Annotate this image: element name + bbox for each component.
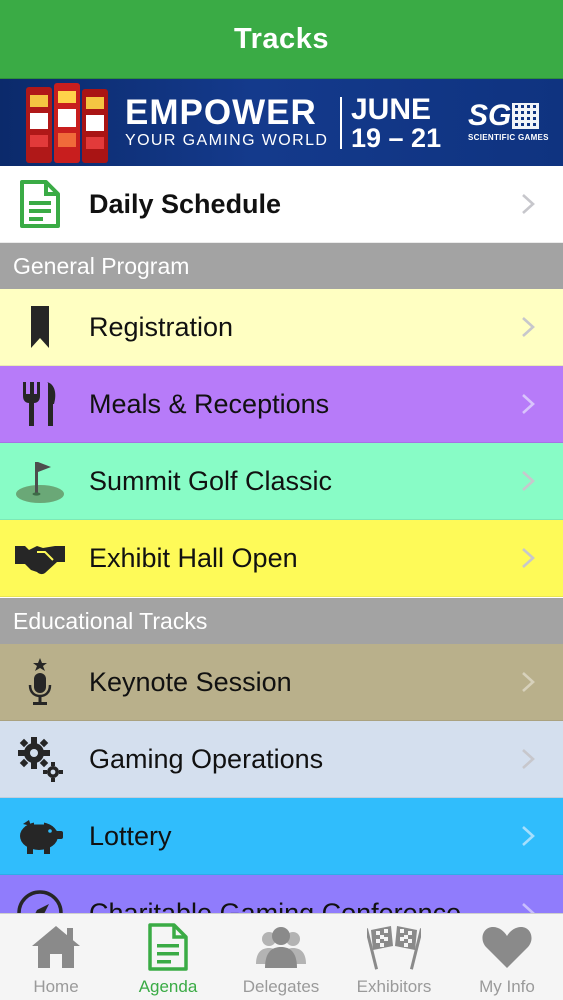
track-row-summit-golf-classic[interactable]: Summit Golf Classic xyxy=(0,443,563,520)
gears-icon xyxy=(14,733,66,785)
brand-grid-logo xyxy=(512,103,539,129)
track-label: Registration xyxy=(89,312,234,342)
chevron-right-icon xyxy=(522,672,535,692)
microphone-icon xyxy=(14,656,66,708)
chevron-right-icon xyxy=(522,749,535,769)
tab-delegates[interactable]: Delegates xyxy=(225,914,337,1000)
document-icon xyxy=(14,178,66,230)
brand-mark: SG xyxy=(468,99,512,132)
banner-dates: 19 – 21 xyxy=(351,123,442,153)
track-label: Exhibit Hall Open xyxy=(89,543,298,573)
tab-label: Home xyxy=(33,977,79,996)
section-title: General Program xyxy=(13,253,190,279)
track-label: Lottery xyxy=(89,821,172,851)
track-row-lottery[interactable]: Lottery xyxy=(0,798,563,875)
section-header-general-program: General Program xyxy=(0,243,563,289)
track-label: Summit Golf Classic xyxy=(89,466,333,496)
slot-machines-image xyxy=(26,83,108,163)
track-row-gaming-operations[interactable]: Gaming Operations xyxy=(0,721,563,798)
people-icon xyxy=(256,927,306,968)
banner-month: JUNE xyxy=(351,93,432,126)
handshake-icon xyxy=(14,532,66,584)
tab-home[interactable]: Home xyxy=(0,914,112,1000)
fork-knife-icon xyxy=(14,378,66,430)
tab-my-info[interactable]: My Info xyxy=(451,914,563,1000)
tab-exhibitors[interactable]: Exhibitors xyxy=(338,914,450,1000)
golf-icon xyxy=(14,455,66,507)
daily-schedule-row[interactable]: Daily Schedule xyxy=(0,166,563,243)
chevron-right-icon xyxy=(522,317,535,337)
brand-name: SCIENTIFIC GAMES xyxy=(468,133,549,142)
track-row-meals-receptions[interactable]: Meals & Receptions xyxy=(0,366,563,443)
track-row-registration[interactable]: Registration xyxy=(0,289,563,366)
nav-header: Tracks xyxy=(0,0,563,79)
tab-bar: Home Agenda Delegates Exhibitors My Info xyxy=(0,913,563,1000)
track-label: Gaming Operations xyxy=(89,744,324,774)
tab-label: Delegates xyxy=(242,977,320,996)
banner-divider xyxy=(340,97,342,149)
chevron-right-icon xyxy=(522,548,535,568)
tab-agenda[interactable]: Agenda xyxy=(112,914,224,1000)
banner-tagline: YOUR GAMING WORLD xyxy=(125,132,329,149)
bookmark-icon xyxy=(14,301,66,353)
section-header-educational-tracks: Educational Tracks xyxy=(0,598,563,644)
banner-headline: EMPOWER xyxy=(125,93,317,132)
daily-schedule-label: Daily Schedule xyxy=(89,189,282,219)
piggy-bank-icon xyxy=(14,810,66,862)
checkered-flags-icon xyxy=(367,926,421,970)
chevron-right-icon xyxy=(522,471,535,491)
chevron-right-icon xyxy=(522,826,535,846)
tab-label: Agenda xyxy=(138,977,198,996)
house-icon xyxy=(32,926,80,968)
sponsor-banner[interactable]: EMPOWER YOUR GAMING WORLD JUNE 19 – 21 S… xyxy=(0,79,563,166)
track-label: Meals & Receptions xyxy=(89,389,330,419)
chevron-right-icon xyxy=(522,394,535,414)
tab-label: My Info xyxy=(479,977,535,996)
page-title: Tracks xyxy=(234,22,329,55)
tab-label: Exhibitors xyxy=(356,977,432,996)
document-icon xyxy=(148,923,188,971)
track-row-exhibit-hall-open[interactable]: Exhibit Hall Open xyxy=(0,520,563,597)
section-title: Educational Tracks xyxy=(13,608,208,634)
track-row-keynote-session[interactable]: Keynote Session xyxy=(0,644,563,721)
heart-icon xyxy=(482,927,532,968)
chevron-right-icon xyxy=(522,194,535,214)
track-label: Keynote Session xyxy=(89,667,292,697)
